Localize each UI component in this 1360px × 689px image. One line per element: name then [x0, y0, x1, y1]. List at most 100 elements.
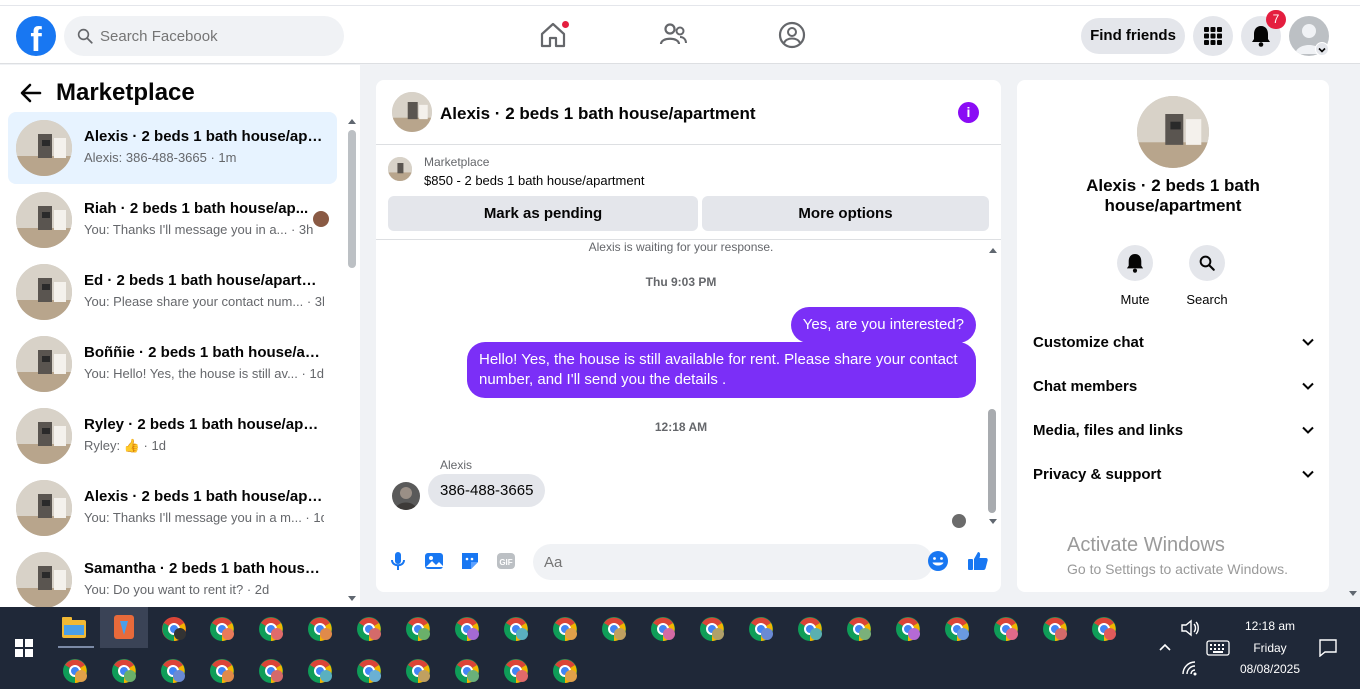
bell-icon: [1252, 26, 1270, 47]
chrome-icon: [406, 617, 430, 641]
back-arrow-icon[interactable]: [20, 83, 42, 103]
chat-title[interactable]: Alexis · 2 beds 1 bath house/apartment: [440, 104, 756, 124]
notification-center-icon[interactable]: [1319, 639, 1337, 657]
seen-receipt-avatar: [952, 514, 966, 528]
facebook-logo[interactable]: f: [16, 16, 56, 56]
mute-label: Mute: [1120, 292, 1150, 307]
conversation-preview: You: Thanks I'll message you in a m... ·…: [84, 510, 324, 525]
chat-members-row[interactable]: Chat members: [1033, 374, 1315, 398]
conversation-preview: Ryley: 👍 · 1d: [84, 438, 166, 453]
info-icon[interactable]: i: [958, 102, 979, 123]
listing-thumbnail: [16, 336, 72, 392]
conversation-preview: You: Please share your contact num... · …: [84, 294, 324, 309]
marketplace-inbox-sidebar: Marketplace Alexis · 2 beds 1 bath house…: [0, 65, 360, 607]
thread-scrollbar-thumb[interactable]: [988, 409, 996, 513]
chrome-icon: [553, 617, 577, 641]
sticker-icon[interactable]: [459, 550, 481, 572]
conversation-title: Alexis · 2 beds 1 bath house/apa...: [84, 488, 324, 505]
outgoing-message[interactable]: Hello! Yes, the house is still available…: [467, 342, 976, 398]
conversation-preview: You: Do you want to rent it? · 2d: [84, 582, 270, 597]
search-icon: [77, 28, 93, 44]
chrome-icon: [798, 617, 822, 641]
marketplace-label: Marketplace: [424, 155, 490, 169]
listing-thumbnail: [16, 264, 72, 320]
mark-as-pending-button[interactable]: Mark as pending: [388, 196, 698, 231]
home-notification-dot: [561, 20, 570, 29]
conversation-title: Boññie · 2 beds 1 bath house/ap...: [84, 344, 324, 361]
chrome-icon: [847, 617, 871, 641]
chevron-down-icon[interactable]: [1315, 42, 1329, 56]
chevron-up-icon[interactable]: [1158, 642, 1172, 652]
volume-icon[interactable]: [1180, 619, 1200, 637]
listing-thumbnail: [16, 120, 72, 176]
conversation-item[interactable]: Ryley · 2 beds 1 bath house/apar... Ryle…: [8, 400, 337, 472]
conversation-item[interactable]: Ed · 2 beds 1 bath house/apartm... You: …: [8, 256, 337, 328]
find-friends-button[interactable]: Find friends: [1081, 18, 1185, 54]
emoji-icon[interactable]: [927, 550, 949, 572]
thumbs-up-icon[interactable]: [967, 550, 989, 572]
conversation-item[interactable]: Boññie · 2 beds 1 bath house/ap... You: …: [8, 328, 337, 400]
chrome-icon: [259, 659, 283, 683]
row-label: Media, files and links: [1033, 421, 1184, 439]
photo-icon[interactable]: [423, 550, 445, 572]
keyboard-icon[interactable]: [1206, 640, 1230, 656]
conversation-title: Ryley · 2 beds 1 bath house/apar...: [84, 416, 324, 433]
chat-listing-thumbnail[interactable]: [392, 92, 432, 132]
clock-time[interactable]: 12:18 am: [1230, 619, 1310, 633]
message-thread: Alexis is waiting for your response. Thu…: [376, 241, 1001, 531]
friends-icon[interactable]: [658, 20, 688, 50]
chrome-windows-group[interactable]: [0, 607, 1130, 689]
incoming-message[interactable]: 386-488-3665: [428, 474, 546, 507]
clock-day[interactable]: Friday: [1230, 641, 1310, 655]
chrome-icon: [112, 659, 136, 683]
search-conversation-button[interactable]: Search: [1179, 245, 1235, 307]
gif-icon[interactable]: GIF: [495, 550, 517, 572]
sidebar-header: Marketplace: [20, 79, 195, 107]
chevron-down-icon: [1302, 338, 1314, 346]
groups-icon[interactable]: [777, 20, 807, 50]
chrome-icon: [994, 617, 1018, 641]
media-files-links-row[interactable]: Media, files and links: [1033, 418, 1315, 442]
conversation-item[interactable]: Alexis · 2 beds 1 bath house/apa... You:…: [8, 472, 337, 544]
clock-date[interactable]: 08/08/2025: [1230, 662, 1310, 676]
conversation-title: Alexis · 2 beds 1 bath house/apa...: [84, 128, 324, 145]
listing-price-title[interactable]: $850 - 2 beds 1 bath house/apartment: [424, 173, 644, 188]
search-input[interactable]: [100, 27, 330, 45]
more-options-button[interactable]: More options: [702, 196, 989, 231]
menu-button[interactable]: [1193, 16, 1233, 56]
privacy-support-row[interactable]: Privacy & support: [1033, 462, 1315, 486]
message-input[interactable]: [533, 544, 933, 580]
chrome-icon: [259, 617, 283, 641]
svg-text:GIF: GIF: [499, 558, 512, 567]
chrome-icon: [162, 617, 186, 641]
chrome-icon: [749, 617, 773, 641]
sender-avatar[interactable]: [392, 482, 420, 510]
conversation-item[interactable]: Alexis · 2 beds 1 bath house/apa... Alex…: [8, 112, 337, 184]
listing-thumbnail: [16, 192, 72, 248]
notification-count-badge: 7: [1266, 10, 1286, 29]
outgoing-message[interactable]: Yes, are you interested?: [790, 307, 976, 343]
message-composer: GIF: [376, 536, 1001, 592]
row-label: Privacy & support: [1033, 465, 1162, 483]
listing-mini-thumbnail: [388, 157, 412, 181]
chrome-icon: [945, 617, 969, 641]
wifi-icon[interactable]: [1181, 660, 1201, 676]
conversation-title: Samantha · 2 beds 1 bath house...: [84, 560, 324, 577]
microphone-icon[interactable]: [387, 550, 409, 572]
chevron-down-icon: [1302, 426, 1314, 434]
chrome-icon: [504, 617, 528, 641]
conversation-title: Ed · 2 beds 1 bath house/apartm...: [84, 272, 324, 289]
sidebar-scrollbar-thumb[interactable]: [348, 130, 356, 268]
chat-details-panel: Alexis · 2 beds 1 bath house/apartment M…: [1017, 80, 1329, 592]
chrome-icon: [455, 617, 479, 641]
page-scrollbar[interactable]: [1346, 65, 1360, 607]
mute-button[interactable]: Mute: [1107, 245, 1163, 307]
listing-photo[interactable]: [1137, 96, 1209, 168]
customize-chat-row[interactable]: Customize chat: [1033, 330, 1315, 354]
sender-name: Alexis: [440, 458, 473, 472]
conversation-item[interactable]: Riah · 2 beds 1 bath house/ap... You: Th…: [8, 184, 337, 256]
listing-thumbnail: [16, 408, 72, 464]
conversation-item[interactable]: Samantha · 2 beds 1 bath house... You: D…: [8, 544, 337, 607]
search-bar[interactable]: [64, 16, 344, 56]
facebook-logo-letter: f: [30, 21, 42, 56]
